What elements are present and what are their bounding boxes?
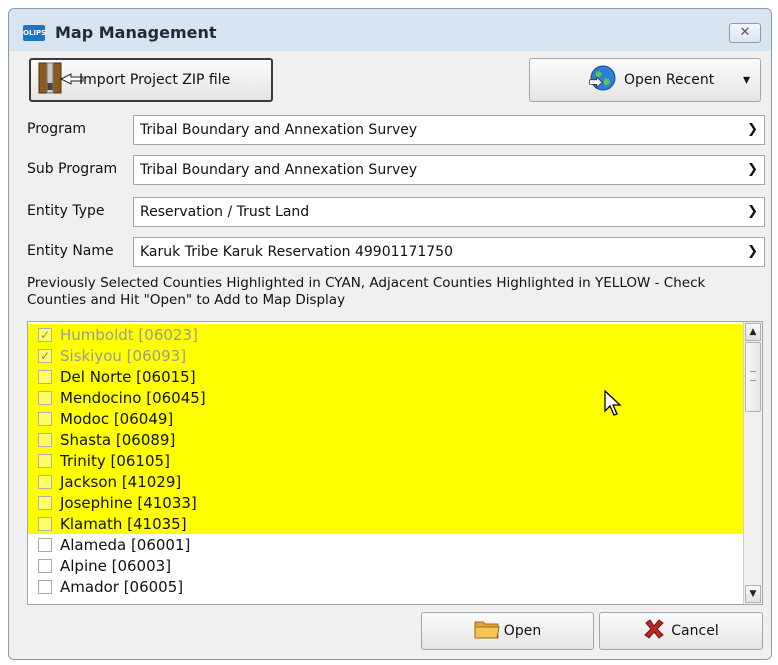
county-checkbox[interactable] [38, 495, 52, 510]
entity-name-select[interactable]: Karuk Tribe Karuk Reservation 4990117175… [133, 237, 765, 267]
title-bar[interactable]: OLIPS Map Management ✕ [9, 9, 771, 51]
app-logo-icon: OLIPS [23, 25, 46, 41]
cancel-button-label: Cancel [671, 623, 719, 639]
county-label: Trinity [06105] [60, 451, 170, 470]
dialog-content: Import Project ZIP file Open Recent ▾ Pr… [9, 51, 771, 659]
import-button-label: Import Project ZIP file [79, 72, 231, 88]
county-label: Josephine [41033] [60, 493, 197, 512]
chevron-down-icon: ❯ [747, 162, 758, 177]
county-label: Alpine [06003] [60, 556, 172, 575]
county-label: Jackson [41029] [60, 472, 182, 491]
county-checkbox[interactable] [38, 474, 52, 489]
county-checkbox[interactable] [38, 516, 52, 531]
sub-program-value: Tribal Boundary and Annexation Survey [140, 162, 418, 178]
county-label: Klamath [41035] [60, 514, 187, 533]
list-item[interactable]: ✓ Siskiyou [06093] [28, 345, 745, 366]
county-checkbox[interactable] [38, 390, 52, 405]
county-checkbox[interactable] [38, 453, 52, 468]
mouse-pointer-icon [604, 389, 624, 422]
scroll-down-button[interactable]: ▼ [745, 585, 761, 603]
county-label: Alameda [06001] [60, 535, 191, 554]
county-list[interactable]: ✓ Humboldt [06023] ✓ Siskiyou [06093] Del No… [27, 321, 763, 605]
county-checkbox[interactable] [38, 537, 52, 552]
list-item[interactable]: Mendocino [06045] [28, 387, 745, 408]
chevron-down-icon: ❯ [747, 204, 758, 219]
entity-name-label: Entity Name [27, 243, 114, 259]
scroll-grip-icon [750, 371, 756, 381]
chevron-down-icon: ❯ [747, 122, 758, 137]
sub-program-label: Sub Program [27, 161, 118, 177]
window-title: Map Management [55, 23, 217, 42]
list-item[interactable]: Del Norte [06015] [28, 366, 745, 387]
scroll-up-button[interactable]: ▲ [745, 323, 761, 341]
entity-type-label: Entity Type [27, 203, 105, 219]
sub-program-select[interactable]: Tribal Boundary and Annexation Survey ❯ [133, 155, 765, 185]
county-checkbox[interactable] [38, 369, 52, 384]
program-value: Tribal Boundary and Annexation Survey [140, 122, 418, 138]
list-item[interactable]: Josephine [41033] [28, 492, 745, 513]
county-checkbox[interactable] [38, 558, 52, 573]
county-label: Shasta [06089] [60, 430, 176, 449]
program-label: Program [27, 121, 87, 137]
red-x-icon [643, 618, 665, 644]
list-item[interactable]: Shasta [06089] [28, 429, 745, 450]
chevron-down-icon: ❯ [747, 244, 758, 259]
cancel-button[interactable]: Cancel [599, 612, 763, 650]
county-checkbox[interactable]: ✓ [38, 327, 52, 342]
county-checkbox[interactable] [38, 432, 52, 447]
county-label: Del Norte [06015] [60, 367, 196, 386]
county-list-rows: ✓ Humboldt [06023] ✓ Siskiyou [06093] Del No… [28, 324, 745, 597]
list-item[interactable]: Klamath [41035] [28, 513, 745, 534]
list-item[interactable]: Amador [06005] [28, 576, 745, 597]
folder-icon [474, 618, 500, 644]
open-button-label: Open [503, 623, 542, 639]
globe-icon [588, 63, 618, 97]
list-item[interactable]: Modoc [06049] [28, 408, 745, 429]
county-checkbox[interactable] [38, 579, 52, 594]
list-item[interactable]: ✓ Humboldt [06023] [28, 324, 745, 345]
import-zip-button[interactable]: Import Project ZIP file [29, 58, 273, 102]
county-label: Humboldt [06023] [60, 325, 198, 344]
list-item[interactable]: Alpine [06003] [28, 555, 745, 576]
close-button[interactable]: ✕ [729, 23, 761, 43]
instructions-text: Previously Selected Counties Highlighted… [27, 275, 706, 308]
vertical-scrollbar[interactable]: ▲ ▼ [743, 322, 762, 604]
dropdown-arrow-icon[interactable]: ▾ [743, 72, 750, 88]
county-label: Mendocino [06045] [60, 388, 206, 407]
open-recent-button[interactable]: Open Recent ▾ [529, 58, 761, 102]
program-select[interactable]: Tribal Boundary and Annexation Survey ❯ [133, 115, 765, 145]
scroll-thumb[interactable] [745, 342, 761, 412]
entity-type-select[interactable]: Reservation / Trust Land ❯ [133, 197, 765, 227]
list-item[interactable]: Jackson [41029] [28, 471, 745, 492]
map-management-window: OLIPS Map Management ✕ Import Project ZI… [8, 8, 772, 660]
county-checkbox[interactable]: ✓ [38, 348, 52, 363]
county-label: Amador [06005] [60, 577, 184, 596]
open-recent-label: Open Recent [624, 72, 715, 88]
list-item[interactable]: Trinity [06105] [28, 450, 745, 471]
county-label: Siskiyou [06093] [60, 346, 187, 365]
entity-type-value: Reservation / Trust Land [140, 204, 310, 220]
county-label: Modoc [06049] [60, 409, 174, 428]
entity-name-value: Karuk Tribe Karuk Reservation 4990117175… [140, 244, 453, 260]
open-button[interactable]: Open [421, 612, 594, 650]
list-item[interactable]: Alameda [06001] [28, 534, 745, 555]
county-checkbox[interactable] [38, 411, 52, 426]
